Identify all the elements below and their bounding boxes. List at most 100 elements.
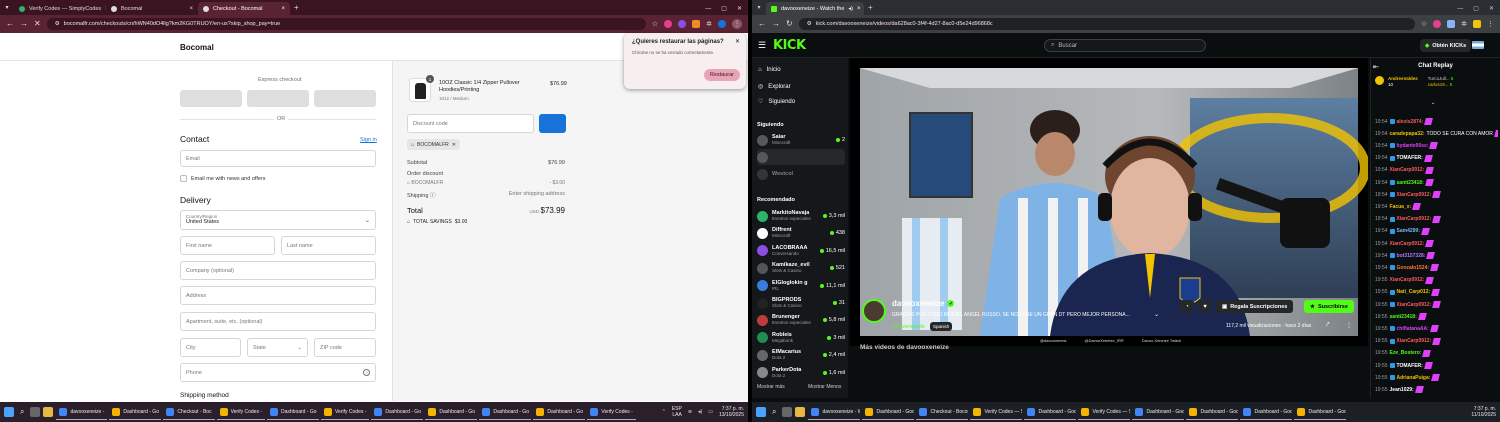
taskbar-window-button[interactable]: Verify Codes - [216, 404, 265, 420]
chat-username[interactable]: alexis2874: [1397, 119, 1424, 125]
taskbar-window-button[interactable]: Verify Codes — Si [1078, 404, 1131, 420]
file-explorer-icon[interactable] [795, 407, 806, 417]
first-name-field[interactable]: First name [180, 236, 275, 255]
recommended-channel[interactable]: ParkerDota Dota 2 1,6 mil [757, 365, 845, 381]
taskbar-window-button[interactable]: Dashboard - Go [267, 404, 319, 420]
taskbar-window-button[interactable]: Dashboard - Go [533, 404, 586, 420]
close-icon[interactable]: ✕ [735, 38, 740, 45]
recommended-channel[interactable]: MarkitoNavaja Eventos especiales 3,3 mil [757, 208, 845, 224]
kick-logo[interactable]: KICK [773, 38, 806, 53]
maximize-icon[interactable]: ▢ [721, 5, 727, 12]
restore-button[interactable]: Restaurar [703, 69, 740, 81]
bell-icon[interactable]: ◔ [1180, 300, 1194, 313]
help-icon[interactable]: ? [363, 369, 370, 376]
bookmark-star-icon[interactable]: ☆ [1421, 20, 1427, 28]
extensions-puzzle-icon[interactable]: ✲ [706, 20, 712, 28]
show-less-link[interactable]: Mostrar Menos [808, 384, 841, 390]
chat-username[interactable]: Jean1029: [1390, 387, 1414, 393]
tab-search-icon[interactable]: ▾ [752, 4, 766, 11]
minimize-icon[interactable]: — [1457, 6, 1463, 12]
taskbar-window-button[interactable]: Dashboard - Goo [1240, 404, 1293, 420]
taskbar-window-button[interactable]: Dashboard - Goo [1186, 404, 1239, 420]
chat-username[interactable]: XianCarp0912: [1390, 167, 1425, 173]
following-channel[interactable] [757, 149, 845, 165]
maximize-icon[interactable]: ▢ [1473, 5, 1479, 12]
stop-icon[interactable]: ✕ [34, 20, 41, 28]
taskbar-window-button[interactable]: Dashboard - Go [109, 404, 162, 420]
chat-username[interactable]: TOMAFER: [1397, 155, 1423, 161]
chat-username[interactable]: XianCarp0912: [1397, 216, 1432, 222]
streamer-name[interactable]: davooxeneize ✓ [892, 299, 955, 308]
tab-kick[interactable]: davooxeneize - Watch the ◂) × [766, 2, 864, 15]
language-indicator[interactable]: ESP LAA [672, 406, 682, 418]
following-channel[interactable]: Saiar Minecraft 2 [757, 132, 845, 148]
recommended-channel[interactable]: ElMacarius Dota 2 2,4 mil [757, 347, 845, 363]
nav-explore[interactable]: ◎ Explorar [758, 83, 791, 91]
chat-username[interactable]: caradepapa32: [1390, 131, 1425, 137]
category-link[interactable]: Conversando [892, 324, 925, 330]
chat-username[interactable]: XianCarp0912: [1390, 241, 1425, 247]
chat-username[interactable]: santi23418: [1390, 314, 1417, 320]
discount-code-field[interactable]: Discount code [407, 114, 534, 133]
chat-username[interactable]: chiflatanaAA: [1397, 326, 1429, 332]
search-icon[interactable]: ⌕ [772, 407, 776, 417]
nav-following[interactable]: ♡ Siguiendo [758, 98, 795, 106]
zip-field[interactable]: ZIP code [314, 338, 376, 357]
newsletter-checkbox[interactable] [180, 175, 187, 182]
back-icon[interactable]: ← [6, 20, 14, 28]
share-icon[interactable]: ⤤ [1326, 322, 1329, 329]
apply-discount-button[interactable] [539, 114, 566, 133]
show-more-link[interactable]: Mostrar más [757, 384, 785, 390]
get-kicks-button[interactable]: ◆ Obtén KICKs [1420, 39, 1472, 52]
tab-checkout[interactable]: Checkout - Bocomal × [198, 2, 290, 15]
windows-start-icon[interactable] [4, 407, 14, 417]
chat-username[interactable]: XianCarp0912: [1390, 277, 1425, 283]
state-select[interactable]: State ⌄ [247, 338, 308, 357]
chat-username[interactable]: Gonzalo1524: [1397, 265, 1430, 271]
remove-discount-icon[interactable]: ✕ [452, 142, 456, 148]
chat-username[interactable]: Facua_x: [1390, 204, 1412, 210]
following-channel[interactable]: Westcol [757, 166, 845, 182]
file-explorer-icon[interactable] [43, 407, 54, 417]
extension-icon[interactable] [692, 20, 701, 28]
express-pay-button[interactable] [314, 90, 376, 107]
sign-in-link[interactable]: Sign in [360, 137, 377, 143]
forward-icon[interactable]: → [772, 20, 780, 28]
new-tab-icon[interactable]: + [868, 3, 873, 12]
recommended-channel[interactable]: Robleis Megabonk 3 mil [757, 330, 845, 346]
store-logo[interactable]: Bocomal [180, 43, 214, 52]
chat-username[interactable]: AdrianaPuiga: [1397, 375, 1431, 381]
info-icon[interactable]: ⓘ [430, 193, 436, 199]
task-view-icon[interactable] [30, 407, 41, 417]
chat-username[interactable]: XianCarp0912: [1397, 192, 1432, 198]
chat-username[interactable]: Eze_Bostero: [1390, 350, 1422, 356]
extension-icon[interactable] [1473, 20, 1481, 28]
chevron-down-icon[interactable]: ⌄ [1154, 311, 1159, 318]
audio-icon[interactable]: ◂) [848, 6, 853, 12]
wifi-icon[interactable]: ≋ [688, 409, 692, 415]
clock[interactable]: 7:37 p. m. 13/10/2025 [719, 406, 744, 418]
taskbar-window-button[interactable]: davooxeneize - [56, 404, 108, 420]
language-tag[interactable]: Spanish [930, 322, 953, 331]
more-options-icon[interactable]: ⋮ [1346, 322, 1352, 329]
taskbar-window-button[interactable]: davooxeneize - W [808, 404, 861, 420]
country-select[interactable]: Country/Region United States ⌄ [180, 210, 376, 230]
taskbar-window-button[interactable]: Dashboard - Goo [1294, 404, 1347, 420]
streamer-avatar[interactable] [862, 299, 886, 323]
search-icon[interactable]: ⌕ [20, 407, 24, 417]
extension-icon[interactable] [678, 20, 687, 28]
forward-icon[interactable]: → [20, 20, 28, 28]
search-input[interactable]: ⌕ Buscar [1044, 39, 1206, 52]
chat-username[interactable]: XianCarp0912: [1397, 338, 1432, 344]
tab-bocomal[interactable]: Bocomal × [106, 2, 198, 15]
volume-icon[interactable]: ◂) [698, 409, 702, 415]
extensions-puzzle-icon[interactable]: ✲ [1461, 20, 1467, 28]
user-avatar[interactable] [1472, 41, 1484, 49]
recommended-channel[interactable]: BIGPRODS Slots & Casino 31 [757, 295, 845, 311]
close-tab-icon[interactable]: × [857, 6, 861, 12]
site-info-icon[interactable]: ⚙ [807, 21, 812, 27]
chat-username[interactable]: Nati_Carp012: [1397, 289, 1431, 295]
chat-username[interactable]: Sam4299: [1397, 228, 1420, 234]
nav-home[interactable]: ⌂ Inicio [758, 67, 781, 73]
chat-username[interactable]: TOMAFER: [1397, 363, 1423, 369]
